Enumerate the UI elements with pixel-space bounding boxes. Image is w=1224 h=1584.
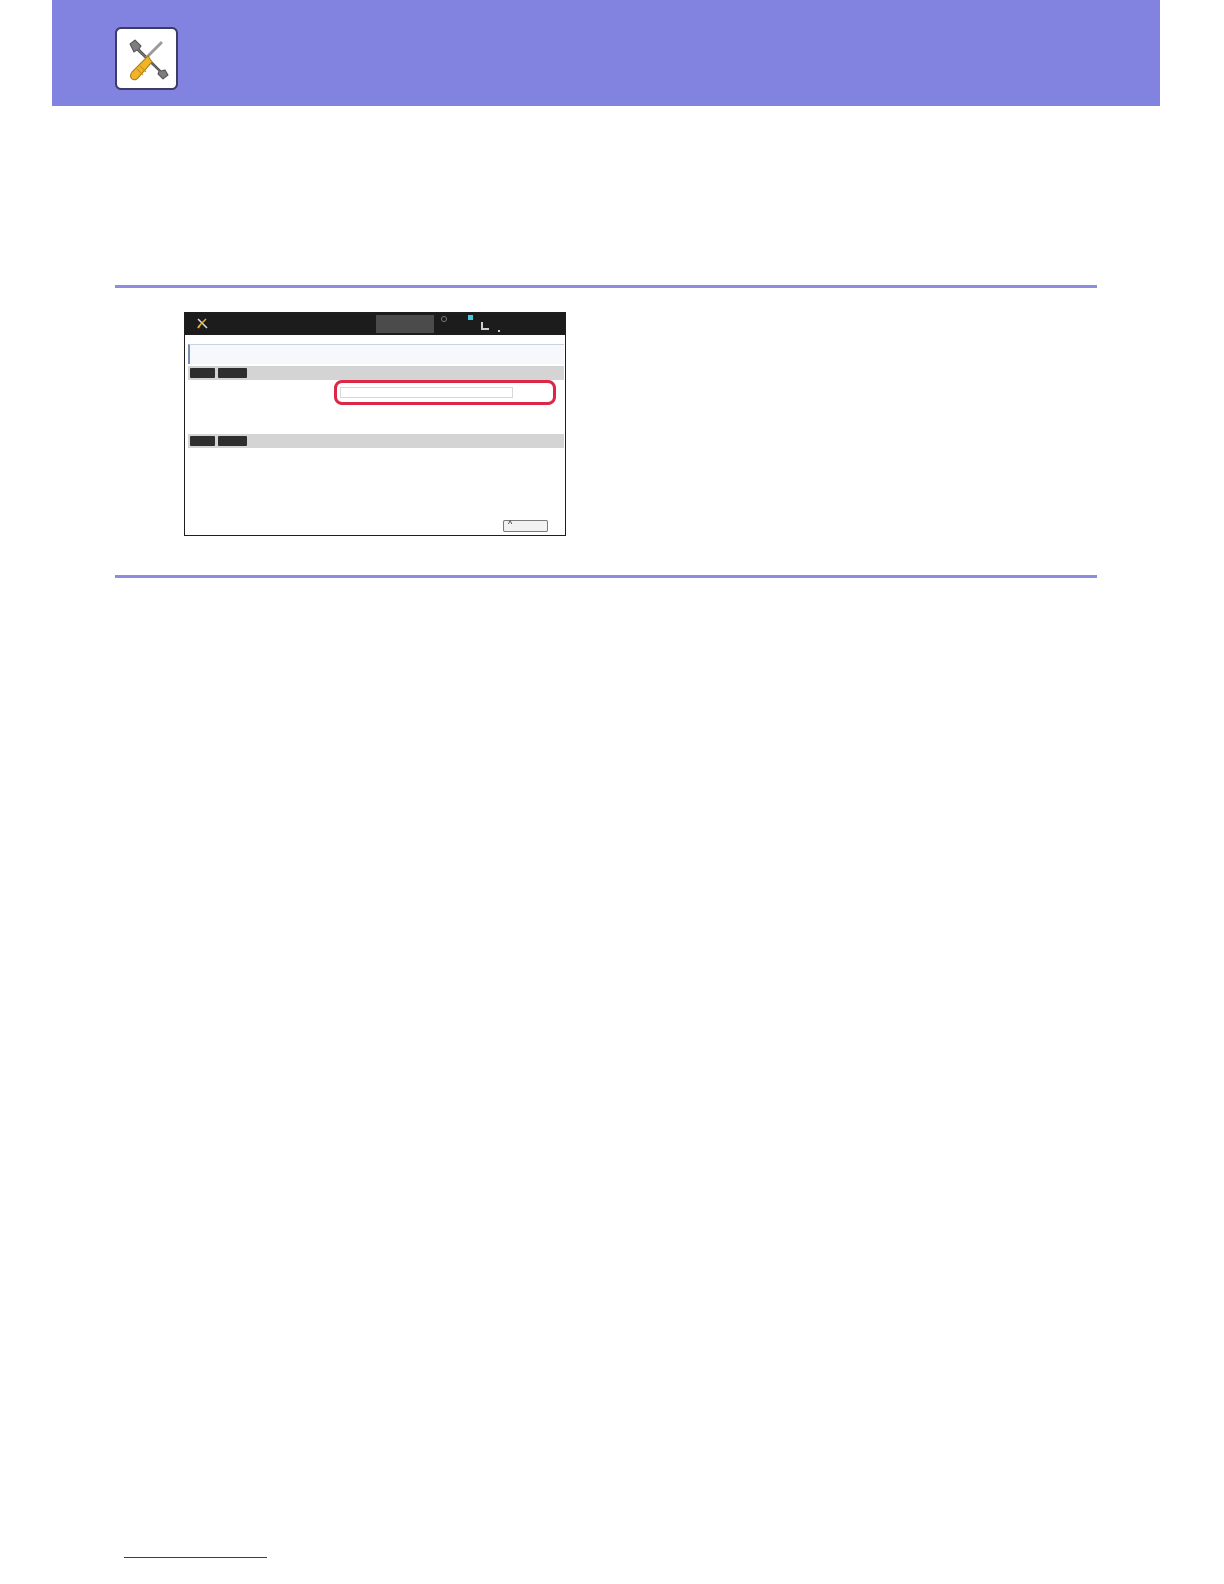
header-band xyxy=(52,0,1160,106)
chevron-up-icon: ^ xyxy=(508,519,513,529)
wrench-screwdriver-icon xyxy=(129,39,169,81)
device-title-bar xyxy=(185,313,565,335)
device-name-field[interactable] xyxy=(188,344,564,364)
status-light-icon xyxy=(468,315,473,320)
device-section-bar xyxy=(188,434,564,448)
footer-link-underline[interactable] xyxy=(124,1557,267,1558)
section-divider-bottom xyxy=(115,575,1097,578)
section-chip[interactable] xyxy=(190,368,215,378)
settings-tool-icon xyxy=(115,27,178,90)
device-tab[interactable] xyxy=(376,315,434,333)
section-chip[interactable] xyxy=(190,436,215,446)
section-chip[interactable] xyxy=(218,436,247,446)
device-section-bar xyxy=(188,366,564,380)
section-chip[interactable] xyxy=(218,368,247,378)
scroll-up-button[interactable]: ^ xyxy=(503,519,548,532)
section-divider-top xyxy=(115,285,1097,288)
highlight-box xyxy=(334,380,556,405)
status-indicator-icon xyxy=(441,316,447,322)
device-screen-illustration: ^ xyxy=(184,312,566,536)
status-dot-icon xyxy=(498,330,500,332)
network-status-icon xyxy=(481,322,489,330)
wrench-screwdriver-icon xyxy=(197,318,208,329)
